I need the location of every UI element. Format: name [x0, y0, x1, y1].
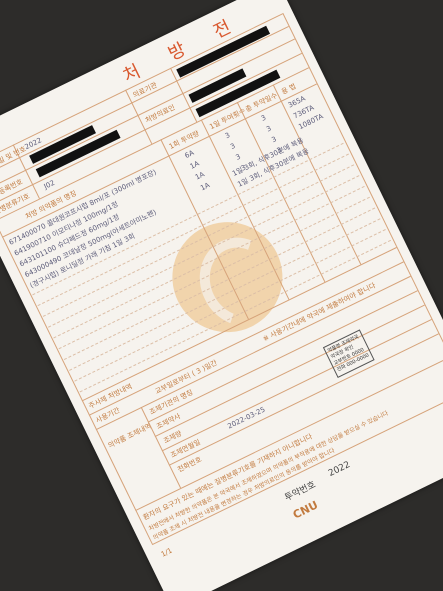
drug-row-1-freq: 3 [223, 131, 232, 141]
drug-row-2-days: 3 [265, 124, 273, 134]
drug-row-3-dose: 1A [193, 170, 206, 182]
pharmacy-stamp: 약품명 조제약국 약국장 확인 교부번호 0000 전화 000-0000 [322, 329, 375, 378]
drug-row-1-dose: 6A [183, 148, 196, 161]
prescription-paper: 처 방 전 교부연월일 및 번호 2022 성 명 주민등록번호 질병분류기호 … [0, 0, 443, 591]
drug-row-3-freq: 3 [234, 152, 242, 162]
drug-row-2-freq: 3 [229, 141, 237, 152]
drug-row-4-dose: 1A [199, 181, 212, 193]
contact-label: 전화번호 [176, 455, 204, 474]
prep-label: 의약품 조제내역 [106, 422, 153, 450]
photo-stage: 처 방 전 교부연월일 및 번호 2022 성 명 주민등록번호 질병분류기호 … [0, 0, 443, 591]
hospital-logo: CNU [290, 498, 321, 522]
receipt-value: 2022 [327, 459, 353, 479]
drug-row-3-days: 3 [270, 135, 278, 145]
disease-code-value: J02 [42, 178, 57, 191]
drug-row-1-days: 3 [259, 113, 268, 123]
page-number: 1/1 [159, 546, 174, 559]
drug-row-2-dose: 1A [188, 159, 201, 171]
